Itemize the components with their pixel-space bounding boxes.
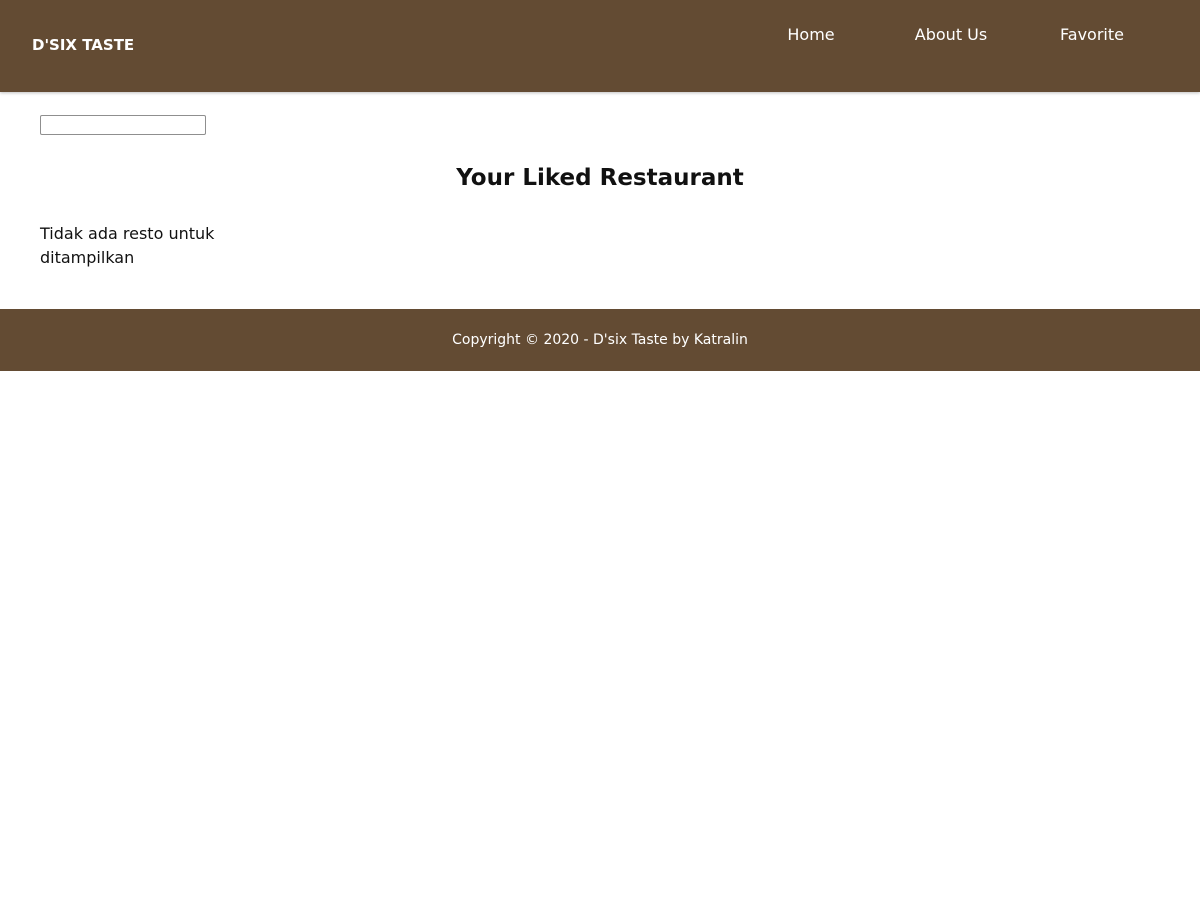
copyright-text: Copyright © 2020 - D'six Taste by Katral… xyxy=(452,332,748,348)
nav-link-about-us[interactable]: About Us xyxy=(881,25,1021,45)
empty-state-message: Tidak ada resto untuk ditampilkan xyxy=(40,224,215,267)
brand-logo-link[interactable]: D'SIX TASTE xyxy=(32,36,134,54)
site-header: D'SIX TASTE Home About Us Favorite xyxy=(0,0,1200,92)
site-footer: Copyright © 2020 - D'six Taste by Katral… xyxy=(0,309,1200,371)
page-title: Your Liked Restaurant xyxy=(456,165,744,191)
nav-link-favorite[interactable]: Favorite xyxy=(1022,25,1162,45)
search-input[interactable] xyxy=(40,115,206,135)
nav-link-home[interactable]: Home xyxy=(741,25,881,45)
